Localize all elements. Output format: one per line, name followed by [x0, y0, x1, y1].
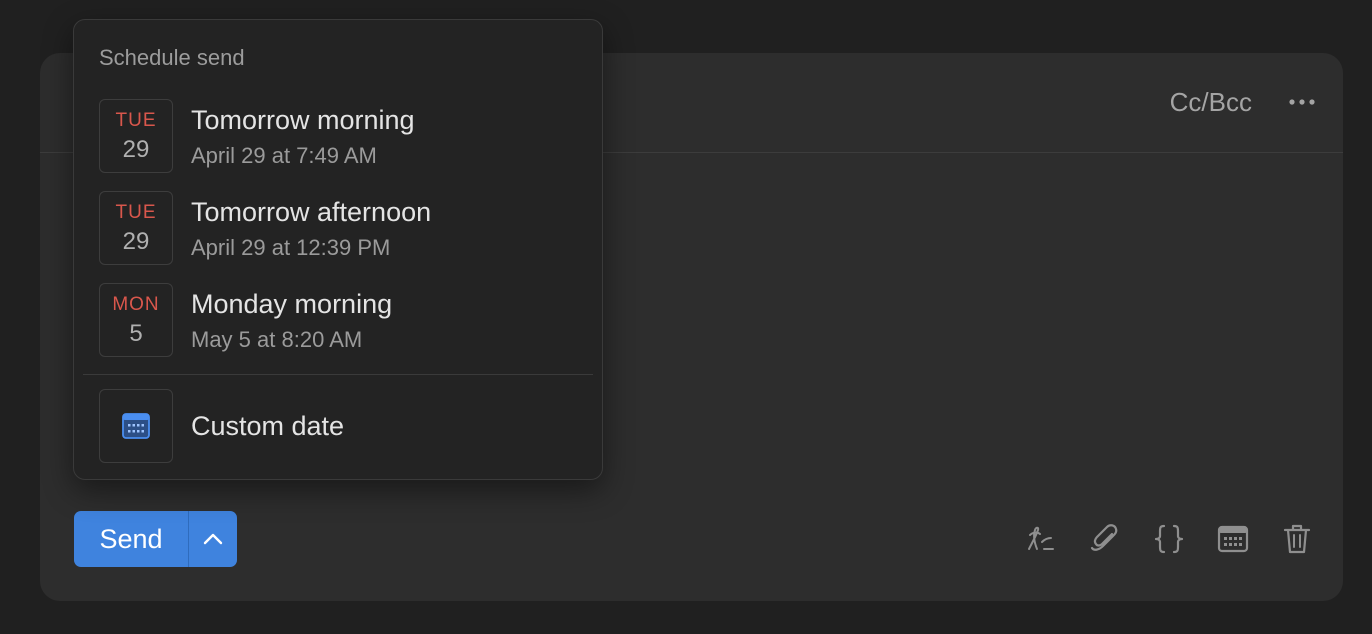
- date-badge-day: 5: [129, 320, 143, 347]
- date-badge-weekday: TUE: [115, 202, 157, 223]
- calendar-icon: [122, 413, 150, 439]
- schedule-option-tomorrow-afternoon[interactable]: TUE 29 Tomorrow afternoon April 29 at 12…: [99, 191, 579, 267]
- more-options-icon[interactable]: [1287, 87, 1317, 117]
- schedule-option-tomorrow-morning[interactable]: TUE 29 Tomorrow morning April 29 at 7:49…: [99, 99, 579, 175]
- send-options-button[interactable]: [189, 511, 237, 567]
- custom-date-label: Custom date: [191, 411, 345, 441]
- date-badge-weekday: MON: [112, 294, 160, 315]
- option-subtitle: April 29 at 12:39 PM: [191, 235, 391, 260]
- schedule-option-monday-morning[interactable]: MON 5 Monday morning May 5 at 8:20 AM: [99, 283, 579, 359]
- paperclip-icon: [1090, 524, 1118, 551]
- schedule-button[interactable]: [1213, 519, 1253, 559]
- option-title: Monday morning: [191, 289, 393, 319]
- date-badge: MON 5: [99, 283, 173, 357]
- chevron-up-icon: [203, 533, 223, 545]
- date-badge: TUE 29: [99, 99, 173, 173]
- date-badge: TUE 29: [99, 191, 173, 265]
- cc-bcc-button[interactable]: Cc/Bcc: [1170, 87, 1252, 118]
- send-button-group: Send: [74, 511, 237, 567]
- attach-button[interactable]: [1085, 519, 1125, 559]
- date-badge-day: 29: [122, 228, 150, 255]
- date-badge-weekday: TUE: [115, 110, 157, 131]
- schedule-send-popover: Schedule send TUE 29 Tomorrow morning Ap…: [73, 19, 603, 480]
- popover-title: Schedule send: [99, 45, 245, 70]
- option-title: Tomorrow afternoon: [191, 197, 432, 227]
- signature-button[interactable]: [1021, 519, 1061, 559]
- braces-icon: [1154, 524, 1184, 554]
- compose-toolbar: [1021, 519, 1317, 559]
- signature-icon: [1028, 526, 1054, 550]
- popover-divider: [83, 374, 593, 375]
- calendar-icon: [1217, 525, 1249, 553]
- option-subtitle: April 29 at 7:49 AM: [191, 143, 377, 168]
- trash-icon: [1283, 524, 1311, 554]
- custom-date-icon-box: [99, 389, 173, 463]
- template-button[interactable]: [1149, 519, 1189, 559]
- delete-draft-button[interactable]: [1277, 519, 1317, 559]
- send-button[interactable]: Send: [74, 511, 189, 567]
- date-badge-day: 29: [122, 136, 150, 163]
- option-title: Tomorrow morning: [191, 105, 415, 135]
- option-subtitle: May 5 at 8:20 AM: [191, 327, 363, 352]
- schedule-option-custom-date[interactable]: Custom date: [99, 389, 579, 465]
